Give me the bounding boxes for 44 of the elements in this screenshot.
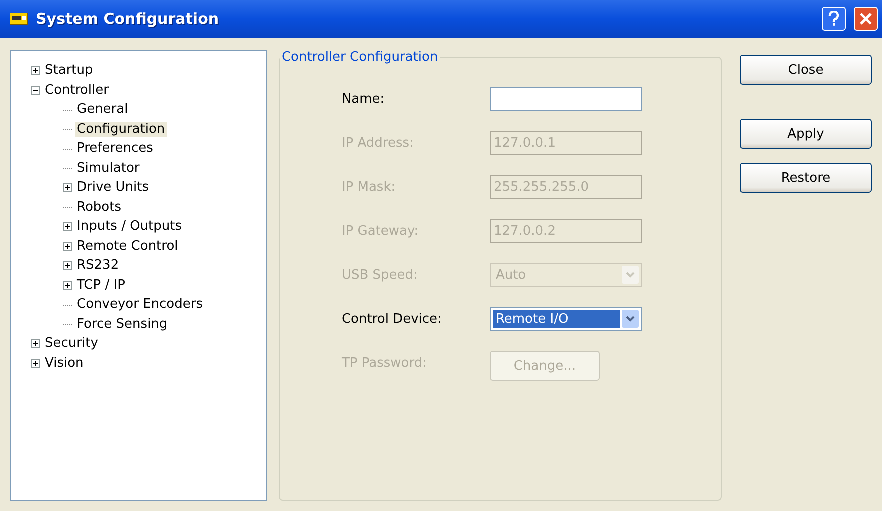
text-field[interactable] [490, 87, 642, 111]
expand-icon[interactable] [31, 358, 40, 368]
tree-item[interactable]: Force Sensing [75, 316, 170, 332]
tree-item[interactable]: TCP / IP [75, 278, 128, 293]
field-label: USB Speed: [342, 268, 419, 282]
tree-item[interactable]: Remote Control [75, 238, 180, 254]
expand-icon[interactable] [63, 280, 72, 290]
expand-icon[interactable] [63, 183, 72, 192]
app-icon [10, 13, 28, 25]
tree-item[interactable]: Inputs / Outputs [75, 219, 184, 234]
tree-item[interactable]: Vision [43, 356, 86, 371]
expand-icon[interactable] [31, 339, 40, 348]
tree-item[interactable]: Drive Units [75, 180, 152, 196]
dialog-button[interactable]: Apply [740, 119, 872, 149]
field-label: IP Gateway: [342, 224, 420, 238]
field-label: Name: [342, 92, 386, 106]
field-label: IP Mask: [342, 180, 397, 194]
field-label: IP Address: [342, 136, 415, 150]
window-title: System Configuration [36, 10, 220, 28]
tree-item[interactable]: Preferences [75, 141, 156, 156]
tree-item[interactable]: General [75, 102, 130, 118]
tree-item[interactable]: Conveyor Encoders [75, 297, 206, 312]
expand-icon[interactable] [63, 222, 72, 232]
tree-item[interactable]: Security [43, 336, 100, 352]
field-label: TP Password: [342, 356, 428, 370]
expand-icon[interactable] [31, 66, 40, 76]
tree-item[interactable]: Controller [43, 82, 111, 98]
tree-item[interactable]: Simulator [75, 160, 142, 176]
dialog-button[interactable]: Close [740, 55, 872, 85]
tree-item[interactable]: RS232 [75, 258, 122, 274]
tree-item[interactable]: Configuration [75, 122, 168, 137]
close-button[interactable] [854, 7, 878, 31]
group-title: Controller Configuration [280, 50, 440, 65]
expand-icon[interactable] [63, 242, 72, 251]
help-icon [828, 11, 840, 27]
dropdown[interactable]: Remote I/O [490, 307, 642, 331]
expand-icon[interactable] [63, 261, 72, 270]
tree-item[interactable]: Startup [43, 63, 96, 78]
help-button[interactable] [822, 7, 846, 31]
collapse-icon[interactable] [31, 86, 40, 95]
close-icon [860, 13, 872, 25]
dialog-button[interactable]: Restore [740, 163, 872, 193]
tree-item[interactable]: Robots [75, 200, 124, 215]
field-label: Control Device: [342, 312, 443, 326]
